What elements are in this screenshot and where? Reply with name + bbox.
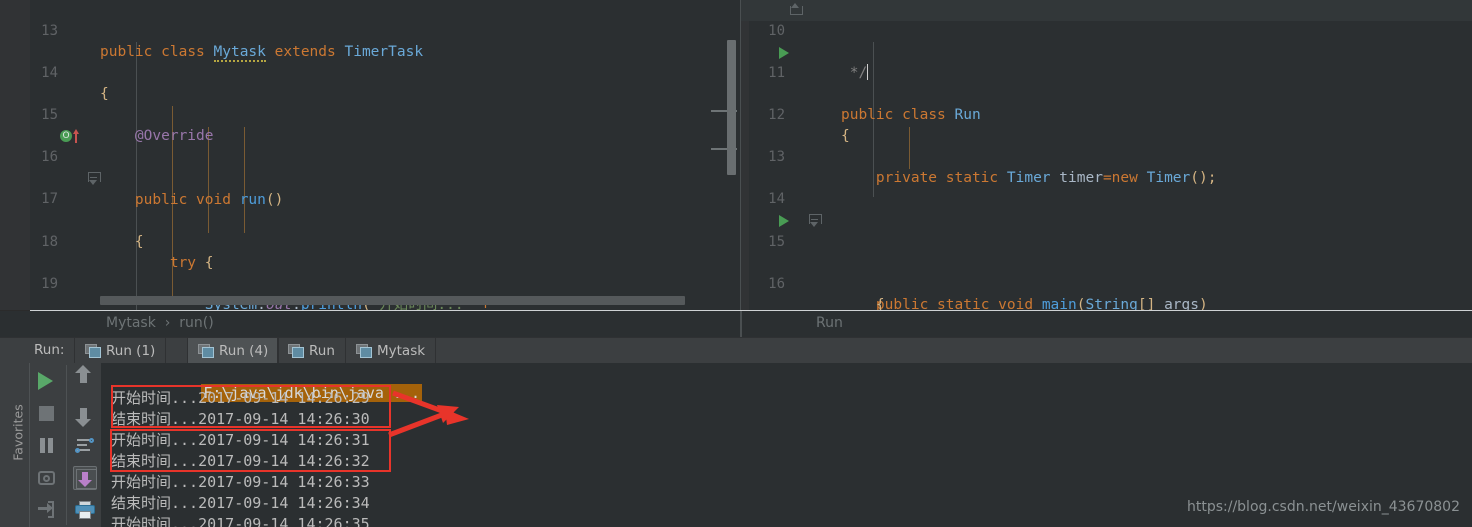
line-number: 17 (41, 191, 58, 208)
editor-pane-right[interactable]: 10 */ 11 public class Run 12 { 13 privat… (741, 0, 1472, 310)
run-tab-bar: Run: Run (1) Run (4) Run Mytask (30, 338, 1472, 363)
watermark-url: https://blog.csdn.net/weixin_43670802 (1186, 499, 1460, 515)
annotation-box-2 (110, 429, 391, 472)
editor-area: 13 public class Mytask extends TimerTask… (0, 0, 1472, 310)
run-gutter-icon[interactable] (779, 47, 789, 60)
line-number: 18 (41, 233, 58, 250)
play-icon[interactable] (35, 369, 59, 393)
line-content: public class Run (841, 107, 981, 124)
line-number: 13 (768, 149, 785, 166)
editor-vertical-scrollbar[interactable] (727, 40, 736, 175)
run-gutter-icon[interactable] (779, 215, 789, 228)
fold-toggle-icon[interactable] (809, 214, 822, 228)
code-line[interactable]: 13 public class Mytask extends TimerTask (0, 0, 740, 63)
editor-pane-left[interactable]: 13 public class Mytask extends TimerTask… (0, 0, 740, 310)
breadcrumb-left-text[interactable]: Mytask › run() (106, 315, 214, 331)
favorites-label[interactable]: Favorites (11, 393, 26, 473)
line-number: 16 (768, 275, 785, 292)
code-line[interactable]: 11 public class Run (741, 42, 1472, 123)
scroll-to-end-icon[interactable] (73, 466, 97, 490)
line-number: 13 (41, 23, 58, 40)
breadcrumb-left[interactable]: Mytask › run() (30, 311, 740, 338)
breadcrumb-divider (740, 311, 742, 338)
code-line-current[interactable]: 10 */ (741, 0, 1472, 81)
line-content: { (100, 233, 144, 250)
stop-icon[interactable] (35, 402, 59, 426)
run-config-icon (85, 344, 101, 358)
run-window-label: Run: (34, 342, 65, 358)
breadcrumb-right-text[interactable]: Run (816, 315, 843, 331)
line-content: */ (841, 64, 869, 82)
line-number: 15 (768, 233, 785, 250)
ide-window: 13 public class Mytask extends TimerTask… (0, 0, 1472, 527)
soft-wrap-icon[interactable] (73, 434, 97, 458)
exit-icon[interactable] (35, 498, 59, 522)
run-config-icon (356, 344, 372, 358)
line-number: 10 (768, 23, 785, 40)
run-tab-label: Mytask (377, 342, 426, 359)
dump-threads-icon[interactable] (35, 466, 59, 490)
code-line[interactable]: 14 { (0, 42, 740, 102)
code-line[interactable]: 15 @Override (0, 84, 740, 144)
code-line[interactable]: 15 public static void main(String[] args… (741, 210, 1472, 310)
fold-end-icon[interactable] (790, 3, 803, 15)
run-tab-mytask[interactable]: Mytask (345, 338, 437, 363)
code-line[interactable]: 16 O public void run() (0, 126, 740, 208)
arrow-down-icon[interactable] (73, 402, 97, 427)
line-number: 11 (768, 65, 785, 82)
favorites-sidebar[interactable]: Favorites (0, 363, 30, 527)
code-line[interactable]: 18 try { (0, 210, 740, 271)
code-line[interactable]: 17 { (0, 168, 740, 250)
line-number: 12 (768, 107, 785, 124)
run-config-icon (198, 344, 214, 358)
override-icon: O (60, 130, 72, 143)
code-line[interactable]: 17 timer.scheduleAtFixedRate(new Mytask(… (741, 295, 1472, 310)
run-tab-run-4[interactable]: Run (4) (187, 338, 280, 363)
run-tab-label: Run (309, 342, 335, 359)
run-tab-run-1[interactable]: Run (1) (74, 338, 167, 363)
code-line[interactable]: 19 System.out.println("开始时间..." + (0, 253, 740, 310)
override-gutter-marker[interactable]: O (60, 129, 82, 144)
pause-icon[interactable] (35, 434, 59, 458)
text-caret (867, 64, 869, 81)
code-line[interactable]: 16 { (741, 253, 1472, 310)
fold-toggle-icon[interactable] (88, 172, 101, 186)
editor-horizontal-scrollbar[interactable] (100, 296, 685, 305)
console-line: 开始时间...2017-09-14 14:26:35 (111, 515, 370, 527)
code-line[interactable]: 13 private static Timer timer=new Timer(… (741, 126, 1472, 186)
arrow-up-icon[interactable] (73, 365, 97, 393)
code-line[interactable]: 12 { (741, 84, 1472, 144)
line-number: 15 (41, 107, 58, 124)
run-toolbar-secondary (68, 363, 101, 527)
line-number: 14 (41, 65, 58, 82)
run-toolbar-primary (30, 363, 63, 527)
console-line: 结束时间...2017-09-14 14:26:34 (111, 494, 370, 512)
line-number: 14 (768, 191, 785, 208)
breadcrumb-right[interactable]: Run (744, 311, 1472, 338)
code-line[interactable]: 14 (741, 168, 1472, 207)
line-content: public void run() (134, 191, 284, 208)
run-tab-label: Run (1) (106, 342, 156, 359)
left-code-rows: 13 public class Mytask extends TimerTask… (0, 0, 740, 310)
run-config-icon (288, 344, 304, 358)
run-tab-label: Run (4) (219, 342, 269, 359)
line-number: 16 (41, 149, 58, 166)
right-code-rows: 10 */ 11 public class Run 12 { 13 privat… (741, 0, 1472, 310)
run-tab-run[interactable]: Run (277, 338, 346, 363)
line-number: 19 (41, 275, 58, 292)
breadcrumb-bar: Mytask › run() Run (0, 311, 1472, 338)
annotation-box-1 (111, 385, 391, 428)
print-icon[interactable] (73, 498, 97, 522)
console-line: 开始时间...2017-09-14 14:26:33 (111, 473, 370, 491)
toolbar-divider (66, 365, 67, 525)
